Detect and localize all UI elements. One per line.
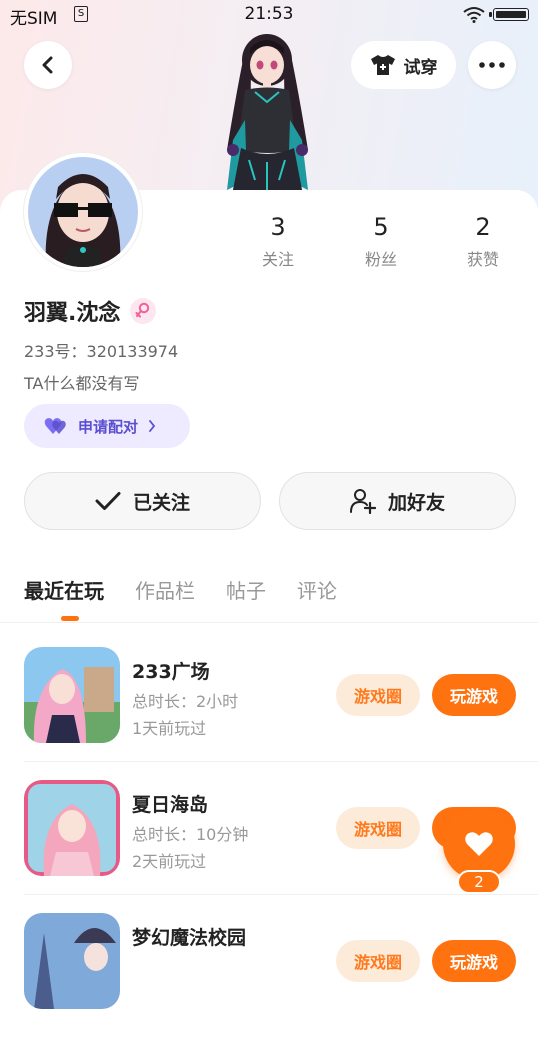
game-thumbnail (24, 780, 120, 876)
game-duration: 总时长：10分钟 (132, 825, 249, 844)
tshirt-icon (370, 55, 395, 75)
check-icon (95, 492, 121, 510)
wifi-icon (463, 7, 485, 23)
game-thumbnail (24, 647, 120, 743)
try-on-label: 试穿 (403, 57, 438, 78)
tab-recent-played[interactable]: 最近在玩 (24, 575, 104, 604)
female-gender-icon (130, 298, 157, 324)
game-last-played: 2天前玩过 (132, 852, 207, 871)
user-bio: TA什么都没有写 (24, 374, 140, 393)
row-divider (24, 894, 538, 895)
avatar-character-illustration (227, 34, 308, 195)
profile-name: 羽翼.沈念 (24, 301, 121, 326)
stat-likes[interactable]: 2 获赞 (443, 213, 523, 270)
heart-icon (465, 832, 493, 856)
chevron-left-icon (42, 56, 53, 74)
game-title: 梦幻魔法校园 (132, 927, 247, 949)
add-user-icon (349, 489, 376, 514)
stat-value: 2 (475, 213, 491, 241)
like-count-badge: 2 (457, 870, 501, 894)
game-thumbnail (24, 913, 120, 1009)
chevron-right-icon (149, 420, 156, 432)
back-button[interactable] (24, 41, 72, 89)
heart-pair-icon (44, 418, 66, 434)
battery-icon (489, 8, 529, 21)
play-game-button[interactable]: 玩游戏 (432, 674, 516, 716)
game-duration: 总时长：2小时 (132, 692, 239, 711)
stat-label: 获赞 (466, 250, 499, 269)
match-label: 申请配对 (78, 417, 139, 436)
avatar[interactable] (24, 153, 142, 271)
row-divider (24, 761, 538, 762)
more-dots-icon (479, 62, 505, 68)
game-circle-button[interactable]: 游戏圈 (336, 940, 420, 982)
list-item[interactable]: 梦幻魔法校园 游戏圈 玩游戏 (0, 913, 538, 1046)
stat-value: 5 (373, 213, 389, 241)
game-circle-button[interactable]: 游戏圈 (336, 674, 420, 716)
apply-match-button[interactable]: 申请配对 (24, 404, 190, 448)
more-options-button[interactable] (468, 41, 516, 89)
profile-tabs: 最近在玩 作品栏 帖子 评论 (24, 575, 337, 604)
user-id: 233号：320133974 (24, 342, 179, 361)
game-last-played: 1天前玩过 (132, 719, 207, 738)
tab-active-indicator (61, 616, 79, 621)
game-circle-button[interactable]: 游戏圈 (336, 807, 420, 849)
stat-following[interactable]: 3 关注 (238, 213, 318, 270)
status-time: 21:53 (244, 4, 294, 24)
game-title: 233广场 (132, 661, 210, 683)
stat-fans[interactable]: 5 粉丝 (341, 213, 421, 270)
add-friend-label: 加好友 (387, 491, 445, 514)
stat-value: 3 (270, 213, 286, 241)
status-bar: 无SIM S 21:53 (0, 0, 538, 30)
stat-label: 粉丝 (364, 250, 397, 269)
stat-label: 关注 (261, 250, 294, 269)
game-title: 夏日海岛 (132, 794, 209, 816)
followed-label: 已关注 (132, 491, 190, 514)
tab-comments[interactable]: 评论 (297, 575, 337, 604)
tab-works[interactable]: 作品栏 (135, 575, 195, 604)
name-row: 羽翼.沈念 (24, 295, 157, 327)
add-friend-button[interactable]: 加好友 (279, 472, 516, 530)
followed-button[interactable]: 已关注 (24, 472, 261, 530)
tab-posts[interactable]: 帖子 (226, 575, 266, 604)
play-game-button[interactable]: 玩游戏 (432, 940, 516, 982)
profile-avatar-image (28, 157, 138, 267)
tabs-divider (0, 622, 538, 623)
try-on-button[interactable]: 试穿 (351, 41, 456, 89)
